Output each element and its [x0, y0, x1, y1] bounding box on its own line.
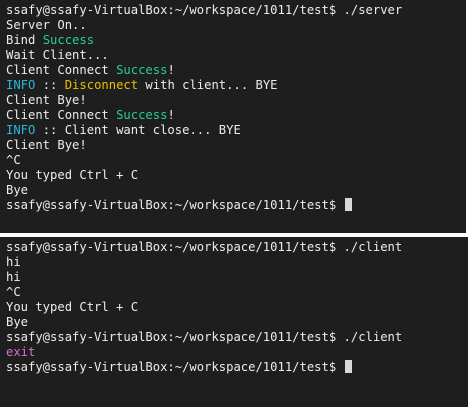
- terminal-line: Bind Success: [6, 33, 466, 48]
- terminal-line: hi: [6, 255, 468, 270]
- terminal-text: ssafy@ssafy-VirtualBox:~/workspace/1011/…: [6, 240, 403, 254]
- terminal-text: You typed Ctrl + C: [6, 168, 139, 182]
- terminal-line: Client Connect Success!: [6, 108, 466, 123]
- terminal-text: hi: [6, 255, 21, 269]
- terminal-line: hi: [6, 270, 468, 285]
- terminal-text: Server On..: [6, 18, 87, 32]
- terminal-text: ssafy@ssafy-VirtualBox:~/workspace/1011/…: [6, 330, 403, 344]
- terminal-text: Bye: [6, 183, 29, 197]
- terminal-line: INFO :: Disconnect with client... BYE: [6, 78, 466, 93]
- terminal-text: ssafy@ssafy-VirtualBox:~/workspace/1011/…: [6, 360, 344, 374]
- terminal-line: You typed Ctrl + C: [6, 168, 466, 183]
- terminal-text: ^C: [6, 285, 21, 299]
- client-terminal[interactable]: ssafy@ssafy-VirtualBox:~/workspace/1011/…: [0, 237, 468, 407]
- terminal-line: ssafy@ssafy-VirtualBox:~/workspace/1011/…: [6, 240, 468, 255]
- terminal-line: Server On..: [6, 18, 466, 33]
- terminal-text: Success: [116, 108, 168, 122]
- terminal-text: Bye: [6, 315, 29, 329]
- terminal-line: Bye: [6, 183, 466, 198]
- terminal-text: Wait Client...: [6, 48, 109, 62]
- window-edge: [466, 0, 470, 180]
- terminal-text: ::: [35, 78, 65, 92]
- terminal-line: ^C: [6, 285, 468, 300]
- terminal-line: ^C: [6, 153, 466, 168]
- terminal-text: INFO: [6, 123, 36, 137]
- terminal-text: exit: [6, 345, 36, 359]
- terminal-line: ssafy@ssafy-VirtualBox:~/workspace/1011/…: [6, 360, 468, 375]
- terminal-line: exit: [6, 345, 468, 360]
- terminal-line: You typed Ctrl + C: [6, 300, 468, 315]
- terminal-line: Client Connect Success!: [6, 63, 466, 78]
- terminal-text: :: Client want close... BYE: [35, 123, 241, 137]
- terminal-line: Wait Client...: [6, 48, 466, 63]
- server-terminal[interactable]: ssafy@ssafy-VirtualBox:~/workspace/1011/…: [0, 0, 466, 233]
- terminal-line: Bye: [6, 315, 468, 330]
- terminal-text: ssafy@ssafy-VirtualBox:~/workspace/1011/…: [6, 198, 344, 212]
- terminal-line: ssafy@ssafy-VirtualBox:~/workspace/1011/…: [6, 3, 466, 18]
- terminal-text: Client Connect: [6, 63, 117, 77]
- terminal-text: Bind: [6, 33, 43, 47]
- terminal-line: Client Bye!: [6, 93, 466, 108]
- terminal-line: ssafy@ssafy-VirtualBox:~/workspace/1011/…: [6, 330, 468, 345]
- cursor-block: [344, 198, 352, 211]
- terminal-text: !: [167, 63, 175, 77]
- terminal-line: Client Bye!: [6, 138, 466, 153]
- terminal-text: You typed Ctrl + C: [6, 300, 139, 314]
- terminal-line: INFO :: Client want close... BYE: [6, 123, 466, 138]
- terminal-text: with client... BYE: [138, 78, 278, 92]
- terminal-text: hi: [6, 270, 21, 284]
- terminal-text: ssafy@ssafy-VirtualBox:~/workspace/1011/…: [6, 3, 403, 17]
- terminal-text: ^C: [6, 153, 21, 167]
- terminal-text: Disconnect: [64, 78, 139, 92]
- terminal-text: Success: [116, 63, 168, 77]
- terminal-text: Client Bye!: [6, 138, 87, 152]
- terminal-text: !: [167, 108, 175, 122]
- terminal-text: Client Bye!: [6, 93, 87, 107]
- terminal-text: Success: [42, 33, 95, 47]
- terminal-line: ssafy@ssafy-VirtualBox:~/workspace/1011/…: [6, 198, 466, 213]
- terminal-text: INFO: [6, 78, 36, 92]
- terminal-text: Client Connect: [6, 108, 117, 122]
- cursor-block: [344, 360, 352, 373]
